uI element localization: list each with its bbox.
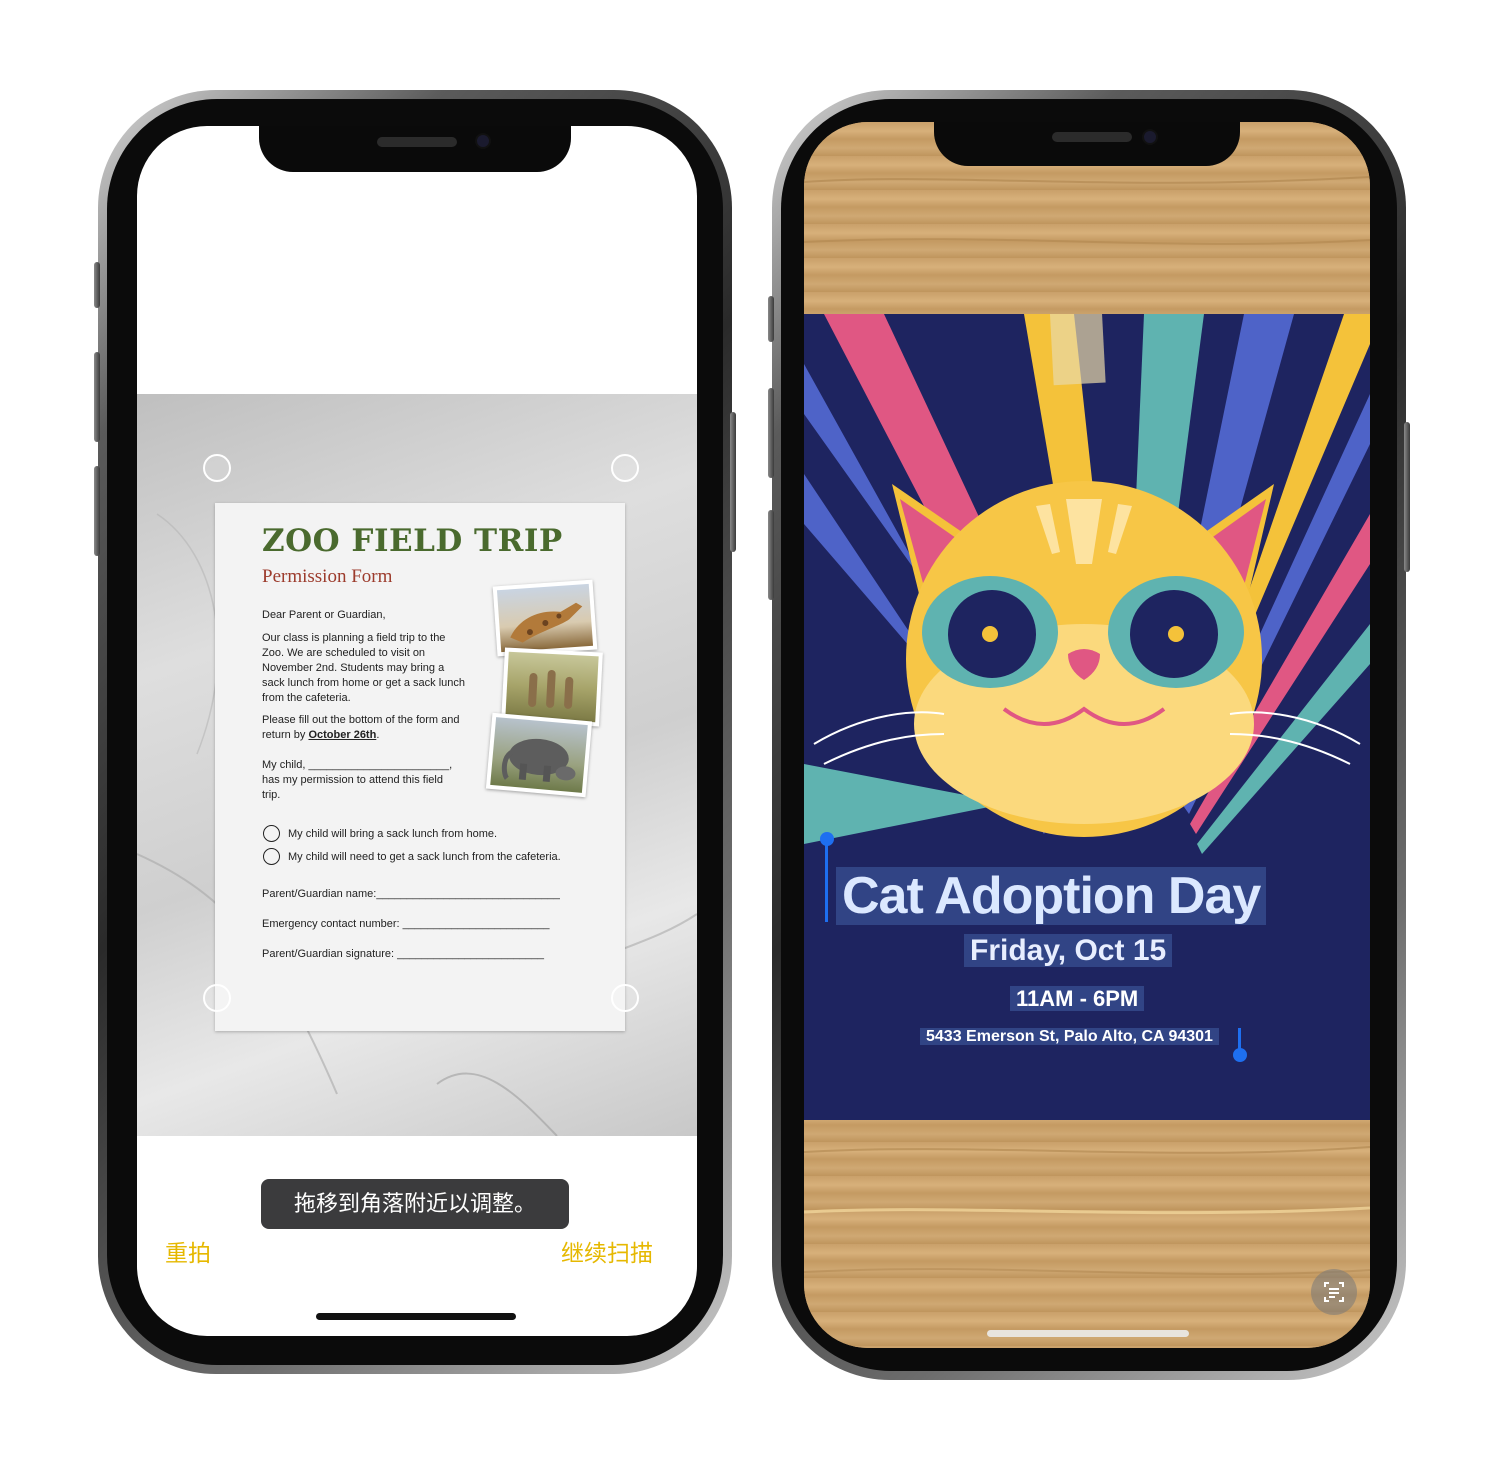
poster-time[interactable]: 11AM - 6PM <box>1010 986 1145 1012</box>
crop-handle-top-left[interactable] <box>203 454 231 482</box>
left-phone-screen: ZOO FIELD TRIP Permission Form Dear Pare… <box>137 126 697 1336</box>
left-notch <box>259 126 571 172</box>
document-paragraph-2: Please fill out the bottom of the form a… <box>262 713 467 743</box>
option-radio-1[interactable] <box>263 825 280 842</box>
left-speaker <box>377 137 457 147</box>
document-child-line: My child, _______________________, <box>262 759 453 771</box>
right-speaker <box>1052 132 1132 142</box>
giraffe-icon <box>510 602 583 643</box>
selection-end-handle[interactable] <box>1233 1048 1247 1062</box>
retake-button[interactable]: 重拍 <box>165 1234 211 1268</box>
poster-date[interactable]: Friday, Oct 15 <box>964 934 1173 968</box>
right-phone-power-button <box>1404 422 1410 572</box>
continue-scanning-button[interactable]: 继续扫描 <box>561 1234 653 1268</box>
elephant-icon <box>501 738 576 783</box>
right-phone-volume-down <box>768 510 774 600</box>
document-permission-line: has my permission to attend this field t… <box>262 774 443 801</box>
adoption-poster: Cat Adoption Day Friday, Oct 15 11AM - 6… <box>804 314 1370 1120</box>
live-text-scan-icon <box>1324 1282 1344 1302</box>
left-phone-volume-down <box>94 466 100 556</box>
headline-text: Cat Adoption Day <box>836 867 1267 925</box>
document-title: ZOO FIELD TRIP <box>262 523 563 559</box>
document-greeting: Dear Parent or Guardian, <box>262 609 386 621</box>
meerkat-icon <box>528 669 574 709</box>
time-text: 11AM - 6PM <box>1010 986 1145 1011</box>
poster-address[interactable]: 5433 Emerson St, Palo Alto, CA 94301 <box>920 1028 1219 1046</box>
document-paragraph-1: Our class is planning a field trip to th… <box>262 632 465 704</box>
right-phone-silent-switch <box>768 296 774 342</box>
scanned-document: ZOO FIELD TRIP Permission Form Dear Pare… <box>215 503 625 1031</box>
document-subtitle: Permission Form <box>262 566 393 587</box>
option-label-1: My child will bring a sack lunch from ho… <box>288 828 498 840</box>
right-phone-volume-up <box>768 388 774 478</box>
live-text-button[interactable] <box>1311 1269 1357 1315</box>
left-front-camera <box>475 133 491 149</box>
address-text: 5433 Emerson St, Palo Alto, CA 94301 <box>920 1028 1219 1045</box>
tape-strip <box>1045 314 1106 386</box>
left-phone-silent-switch <box>94 262 100 308</box>
right-notch <box>934 122 1240 166</box>
option-radio-2[interactable] <box>263 848 280 865</box>
poster-headline[interactable]: Cat Adoption Day <box>836 866 1267 926</box>
paragraph-2-suffix: . <box>376 729 380 741</box>
right-home-indicator[interactable] <box>987 1330 1189 1337</box>
left-phone-power-button <box>730 412 736 552</box>
right-front-camera <box>1142 129 1158 145</box>
giraffe-photo <box>492 579 598 657</box>
crop-handle-top-right[interactable] <box>611 454 639 482</box>
option-label-2: My child will need to get a sack lunch f… <box>288 851 561 863</box>
elephant-photo <box>485 712 593 798</box>
right-phone-screen: Cat Adoption Day Friday, Oct 15 11AM - 6… <box>804 122 1370 1348</box>
field-emergency-contact: Emergency contact number: ______________… <box>262 918 550 930</box>
adjust-hint-toast: 拖移到角落附近以调整。 <box>261 1179 569 1229</box>
return-date: October 26th <box>308 729 377 741</box>
field-guardian-signature: Parent/Guardian signature: _____________… <box>262 948 544 960</box>
crop-handle-bottom-right[interactable] <box>611 984 639 1012</box>
selection-start-line <box>825 842 828 922</box>
left-home-indicator[interactable] <box>316 1313 516 1320</box>
crop-handle-bottom-left[interactable] <box>203 984 231 1012</box>
left-phone-volume-up <box>94 352 100 442</box>
date-text: Friday, Oct 15 <box>964 934 1173 967</box>
selection-end-line <box>1238 1028 1241 1050</box>
field-guardian-name: Parent/Guardian name:___________________… <box>262 888 560 900</box>
